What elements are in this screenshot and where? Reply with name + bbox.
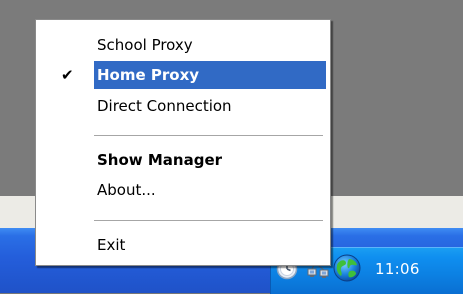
- menu-item-show-manager[interactable]: Show Manager: [39, 145, 326, 175]
- menu-item-label: Direct Connection: [97, 97, 232, 115]
- menu-separator: [94, 135, 323, 136]
- menu-item-school-proxy[interactable]: School Proxy: [39, 30, 326, 60]
- menu-item-direct-connection[interactable]: Direct Connection: [39, 91, 326, 121]
- globe-proxy-icon[interactable]: [332, 253, 362, 283]
- menu-item-label: Show Manager: [97, 151, 223, 169]
- taskbar-clock[interactable]: 11:06: [375, 258, 455, 280]
- menu-item-label: Exit: [97, 236, 126, 254]
- proxy-context-menu: School Proxy ✔ Home Proxy Direct Connect…: [35, 19, 331, 266]
- menu-item-about[interactable]: About...: [39, 175, 326, 205]
- menu-item-home-proxy[interactable]: ✔ Home Proxy: [39, 60, 326, 90]
- menu-item-label: School Proxy: [97, 36, 193, 54]
- menu-separator: [94, 220, 323, 221]
- menu-item-label: Home Proxy: [97, 66, 200, 84]
- menu-item-label: About...: [97, 181, 156, 199]
- checkmark-icon: ✔: [61, 66, 74, 84]
- menu-item-exit[interactable]: Exit: [39, 230, 326, 260]
